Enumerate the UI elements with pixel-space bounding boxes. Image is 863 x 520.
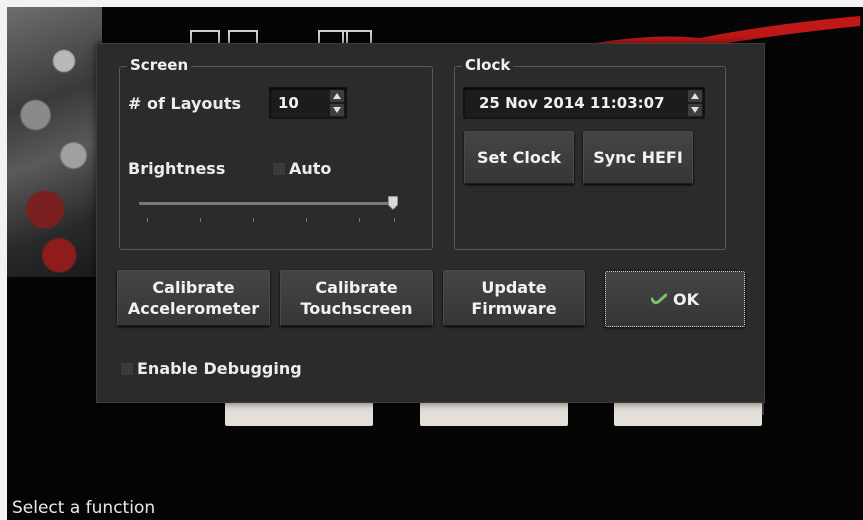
clock-group-title: Clock: [462, 56, 514, 74]
ok-button[interactable]: OK: [604, 270, 746, 328]
layouts-label: # of Layouts: [128, 94, 241, 113]
slider-tick: [359, 218, 360, 222]
clock-datetime-spinbox[interactable]: 25 Nov 2014 11:03:07: [463, 87, 705, 119]
slider-tick: [394, 218, 395, 222]
background-left-border: [0, 0, 7, 520]
background-top-border: [0, 0, 863, 7]
update-firmware-button[interactable]: Update Firmware: [443, 270, 585, 326]
spin-up-arrow-icon[interactable]: [330, 90, 344, 102]
slider-handle-icon[interactable]: [388, 196, 398, 210]
clock-datetime-value: 25 Nov 2014 11:03:07: [479, 94, 665, 112]
spin-up-arrow-icon[interactable]: [688, 90, 702, 102]
slider-tick: [200, 218, 201, 222]
background-gauge-frame: [228, 30, 258, 44]
engine-background-image: [7, 7, 102, 277]
layouts-value: 10: [278, 94, 299, 112]
update-firmware-line1: Update: [481, 278, 547, 297]
calibrate-accelerometer-line1: Calibrate: [152, 278, 235, 297]
calibrate-touchscreen-line2: Touchscreen: [300, 299, 413, 318]
sync-hefi-button[interactable]: Sync HEFI: [583, 131, 693, 184]
spin-down-arrow-icon[interactable]: [688, 104, 702, 116]
set-clock-button[interactable]: Set Clock: [464, 131, 574, 184]
auto-brightness-checkbox[interactable]: [272, 162, 286, 176]
auto-brightness-label: Auto: [289, 159, 332, 178]
background-function-button[interactable]: [614, 400, 762, 426]
calibrate-accelerometer-line2: Accelerometer: [127, 299, 260, 318]
ok-label: OK: [673, 289, 699, 309]
enable-debugging-checkbox[interactable]: [120, 362, 134, 376]
slider-tick: [253, 218, 254, 222]
background-gauge-frame: [190, 30, 220, 44]
brightness-label: Brightness: [128, 159, 226, 178]
calibrate-touchscreen-line1: Calibrate: [315, 278, 398, 297]
background-function-button[interactable]: [420, 400, 568, 426]
sync-hefi-label: Sync HEFI: [593, 148, 683, 167]
ok-check-icon: [651, 293, 667, 305]
set-clock-label: Set Clock: [477, 148, 561, 167]
slider-tick: [306, 218, 307, 222]
calibrate-accelerometer-button[interactable]: Calibrate Accelerometer: [117, 270, 270, 326]
enable-debugging-label: Enable Debugging: [137, 359, 302, 378]
background-function-button[interactable]: [225, 400, 373, 426]
background-gauge-frame: [342, 30, 372, 44]
slider-tick: [147, 218, 148, 222]
calibrate-touchscreen-button[interactable]: Calibrate Touchscreen: [280, 270, 433, 326]
status-text: Select a function: [12, 498, 156, 518]
update-firmware-line2: Firmware: [471, 299, 557, 318]
layouts-spinbox[interactable]: 10: [269, 87, 347, 119]
screen-group-title: Screen: [127, 56, 192, 74]
spin-down-arrow-icon[interactable]: [330, 104, 344, 116]
brightness-slider-track[interactable]: [139, 202, 397, 205]
